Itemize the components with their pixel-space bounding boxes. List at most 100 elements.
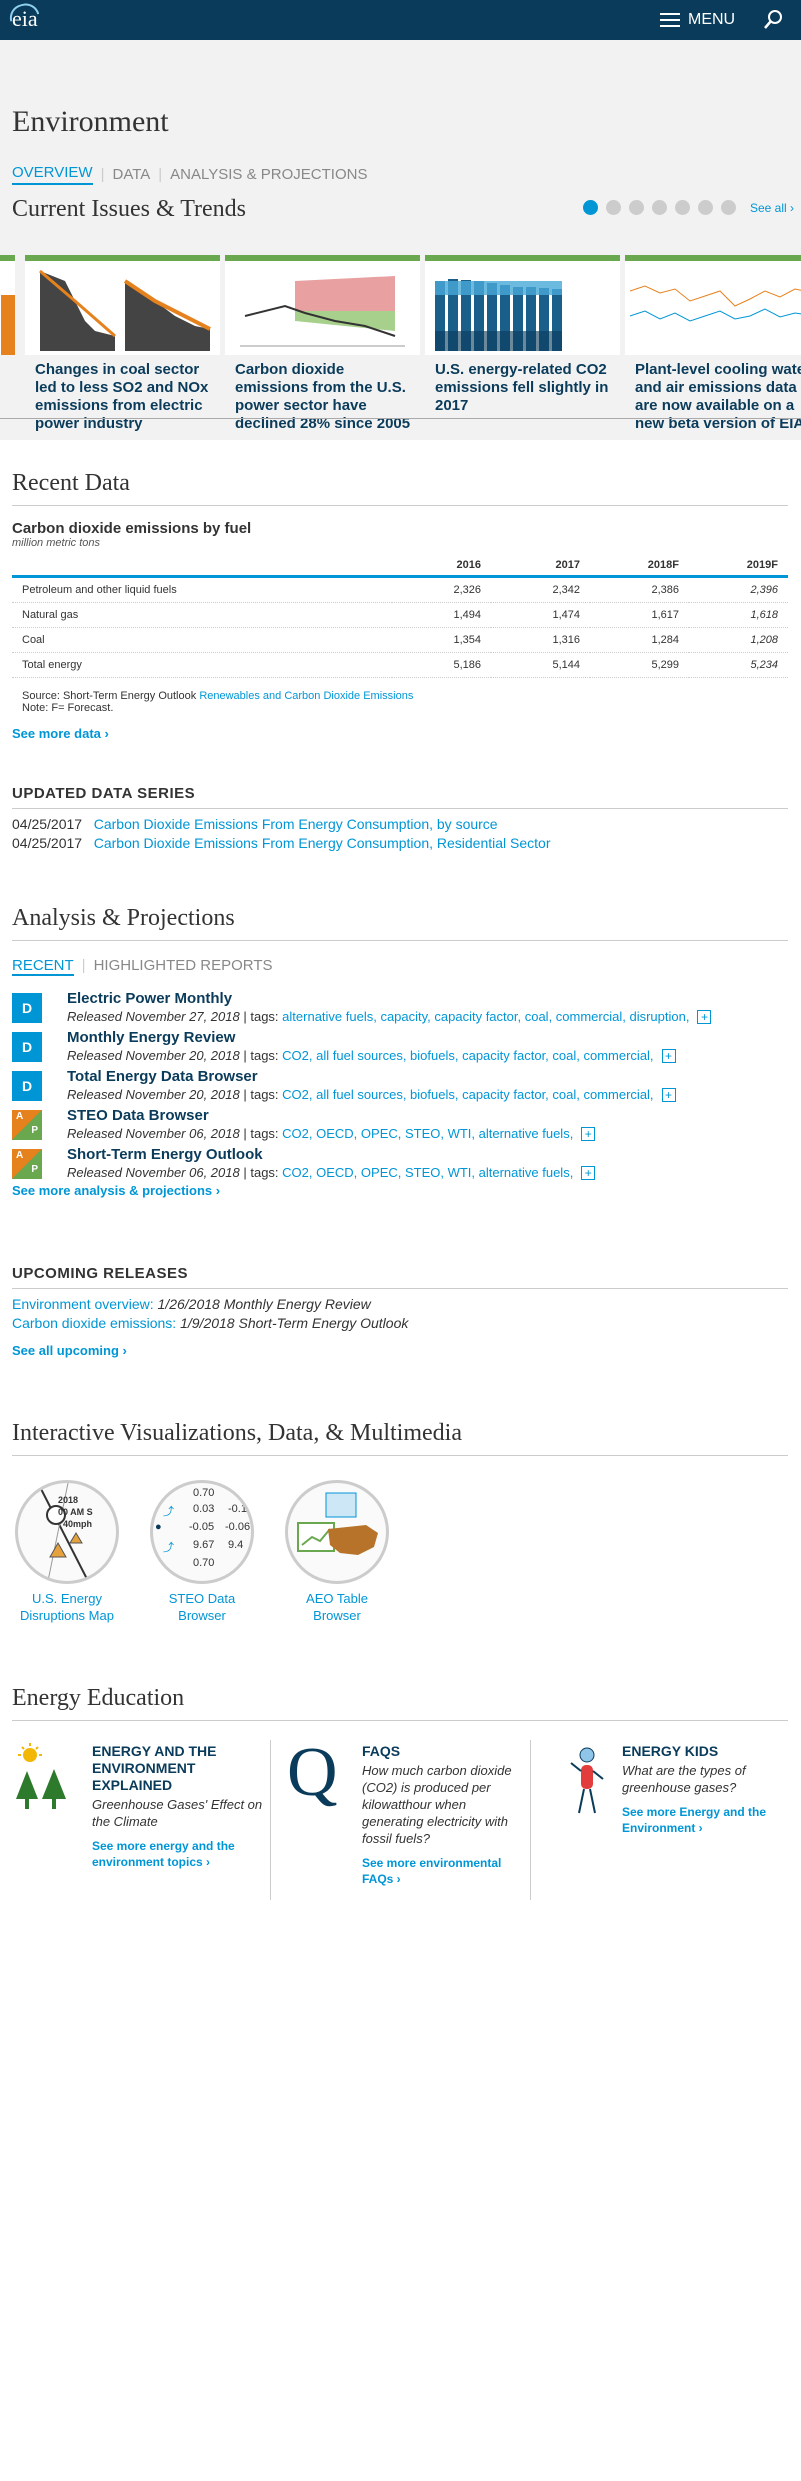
tab-recent[interactable]: RECENT [12,957,74,976]
item-date: 04/25/2017 [12,816,83,832]
trend-carousel: Changes in coal sector led to less SO2 a… [0,255,801,435]
carousel-dot[interactable] [698,200,713,215]
table-row: Coal 1,354 1,316 1,284 1,208 [12,627,788,653]
report-tags[interactable]: CO2, OECD, OPEC, STEO, WTI, alternative … [282,1165,573,1180]
series-link[interactable]: Carbon Dioxide Emissions From Energy Con… [94,816,498,832]
menu-label: MENU [688,11,736,28]
report-title-link[interactable]: Total Energy Data Browser [67,1068,258,1085]
trend-card[interactable]: U.S. energy-related CO2 emissions fell s… [425,255,620,435]
report-tags[interactable]: CO2, OECD, OPEC, STEO, WTI, alternative … [282,1126,573,1141]
expand-tags-button[interactable]: + [581,1166,596,1180]
viz-title: Interactive Visualizations, Data, & Mult… [12,1420,462,1446]
eia-logo[interactable]: eia [6,0,40,32]
see-all-upcoming-link[interactable]: See all upcoming › [12,1343,788,1358]
carousel-dot[interactable] [721,200,736,215]
trend-card-text: Carbon dioxide emissions from the U.S. p… [235,361,411,432]
trend-card[interactable]: Plant-level cooling water and air emissi… [625,255,801,435]
item-date: 04/25/2017 [12,835,83,851]
cell-value: 2,396 [689,576,788,603]
see-more-data-link[interactable]: See more data › [12,726,788,741]
cell-value: 2,326 [392,576,491,603]
report-title-link[interactable]: Short-Term Energy Outlook [67,1146,263,1163]
viz-item[interactable]: 0.70 ⤴ 0.03 -0.1 ● -0.05 -0.06 ⤴ 9.67 9.… [147,1480,257,1624]
release-date: Released November 06, 2018 [67,1165,240,1180]
report-title-link[interactable]: STEO Data Browser [67,1107,209,1124]
report-title-link[interactable]: Monthly Energy Review [67,1029,235,1046]
see-more-link[interactable]: See more energy and the environment topi… [92,1838,272,1870]
cell-value: 2,342 [491,576,590,603]
page-title: Environment [12,105,169,138]
report-tags[interactable]: CO2, all fuel sources, biofuels, capacit… [282,1087,653,1102]
menu-button[interactable]: MENU [660,11,735,29]
report-meta: Released November 06, 2018 | tags: CO2, … [67,1165,596,1180]
trend-card[interactable]: Carbon dioxide emissions from the U.S. p… [225,255,420,435]
carousel-dot[interactable] [606,200,621,215]
separator: | [158,166,163,183]
tab-overview[interactable]: OVERVIEW [12,164,93,185]
tab-data[interactable]: DATA [112,166,150,183]
expand-tags-button[interactable]: + [661,1049,676,1063]
expand-tags-button[interactable]: + [581,1127,596,1141]
see-all-link[interactable]: See all › [750,201,794,215]
see-more-link[interactable]: See more Energy and the Environment › [622,1804,787,1836]
recent-data-title: Recent Data [12,470,130,496]
education-item-title[interactable]: ENERGY AND THE ENVIRONMENT EXPLAINED [92,1743,272,1794]
viz-item[interactable]: 2018 00 AM S 40mph U.S. Energy Disruptio… [12,1480,122,1624]
carousel-dot[interactable] [583,200,598,215]
column-header: 2019F [689,555,788,578]
faq-q-icon: Q [287,1734,338,1811]
upcoming-link[interactable]: Carbon dioxide emissions: [12,1315,176,1331]
education-item-title[interactable]: FAQS [362,1743,527,1760]
updated-series-title: UPDATED DATA SERIES [12,785,196,802]
see-more-link[interactable]: See more environmental FAQs › [362,1855,527,1887]
upcoming-link[interactable]: Environment overview: [12,1296,154,1312]
viz-label: U.S. Energy Disruptions Map [20,1591,114,1623]
trend-card-partial[interactable] [0,255,15,435]
search-icon[interactable] [763,9,783,31]
cell-value: 1,284 [590,627,689,653]
tab-highlighted[interactable]: HIGHLIGHTED REPORTS [94,957,273,976]
trend-card-text: Changes in coal sector led to less SO2 a… [35,361,209,432]
column-header: 2018F [590,555,689,578]
education-item-title[interactable]: ENERGY KIDS [622,1743,787,1760]
report-tags[interactable]: alternative fuels, capacity, capacity fa… [282,1009,689,1024]
carousel-dot[interactable] [675,200,690,215]
analysis-projection-badge: AP [12,1110,42,1140]
education-item-text[interactable]: Greenhouse Gases' Effect on the Climate [92,1796,272,1830]
trend-card[interactable]: Changes in coal sector led to less SO2 a… [25,255,220,435]
expand-tags-button[interactable]: + [697,1010,712,1024]
cell-value: 1,316 [491,627,590,653]
education-item-text[interactable]: How much carbon dioxide (CO2) is produce… [362,1762,527,1847]
cell-value: 2,386 [590,576,689,603]
release-date: Released November 20, 2018 [67,1048,240,1063]
upcoming-text: 1/26/2018 Monthly Energy Review [157,1296,371,1312]
carousel-dot[interactable] [629,200,644,215]
tags-label: | tags: [243,1087,279,1102]
report-tags[interactable]: CO2, all fuel sources, biofuels, capacit… [282,1048,653,1063]
report-item: D Monthly Energy Review Released Novembe… [12,1029,788,1068]
source-link[interactable]: Renewables and Carbon Dioxide Emissions [199,690,413,702]
education-item-text[interactable]: What are the types of greenhouse gases? [622,1762,787,1796]
series-link[interactable]: Carbon Dioxide Emissions From Energy Con… [94,835,551,851]
separator: | [81,957,86,974]
cell-value: 1,354 [392,627,491,653]
report-title-link[interactable]: Electric Power Monthly [67,990,232,1007]
sub-navigation: OVERVIEW | DATA | ANALYSIS & PROJECTIONS [12,164,367,185]
row-label: Natural gas [12,602,392,628]
divider [12,940,788,941]
expand-tags-button[interactable]: + [661,1088,676,1102]
row-label: Coal [12,627,392,653]
tab-analysis[interactable]: ANALYSIS & PROJECTIONS [170,166,367,183]
tags-label: | tags: [243,1009,279,1024]
carousel-dot[interactable] [652,200,667,215]
see-more-analysis-link[interactable]: See more analysis & projections › [12,1183,788,1198]
table-source: Source: Short-Term Energy Outlook Renewa… [12,690,788,702]
info-icon: ● [155,1521,162,1533]
badge-letter: P [31,1164,38,1175]
viz-item[interactable]: AEO Table Browser [282,1480,392,1624]
steo-value: -0.1 [228,1503,247,1515]
trend-card-text: Plant-level cooling water and air emissi… [635,361,801,435]
steo-value: -0.05 [189,1521,215,1533]
energy-kids-mascot-icon [570,1747,604,1814]
list-item: Environment overview: 1/26/2018 Monthly … [12,1295,788,1314]
